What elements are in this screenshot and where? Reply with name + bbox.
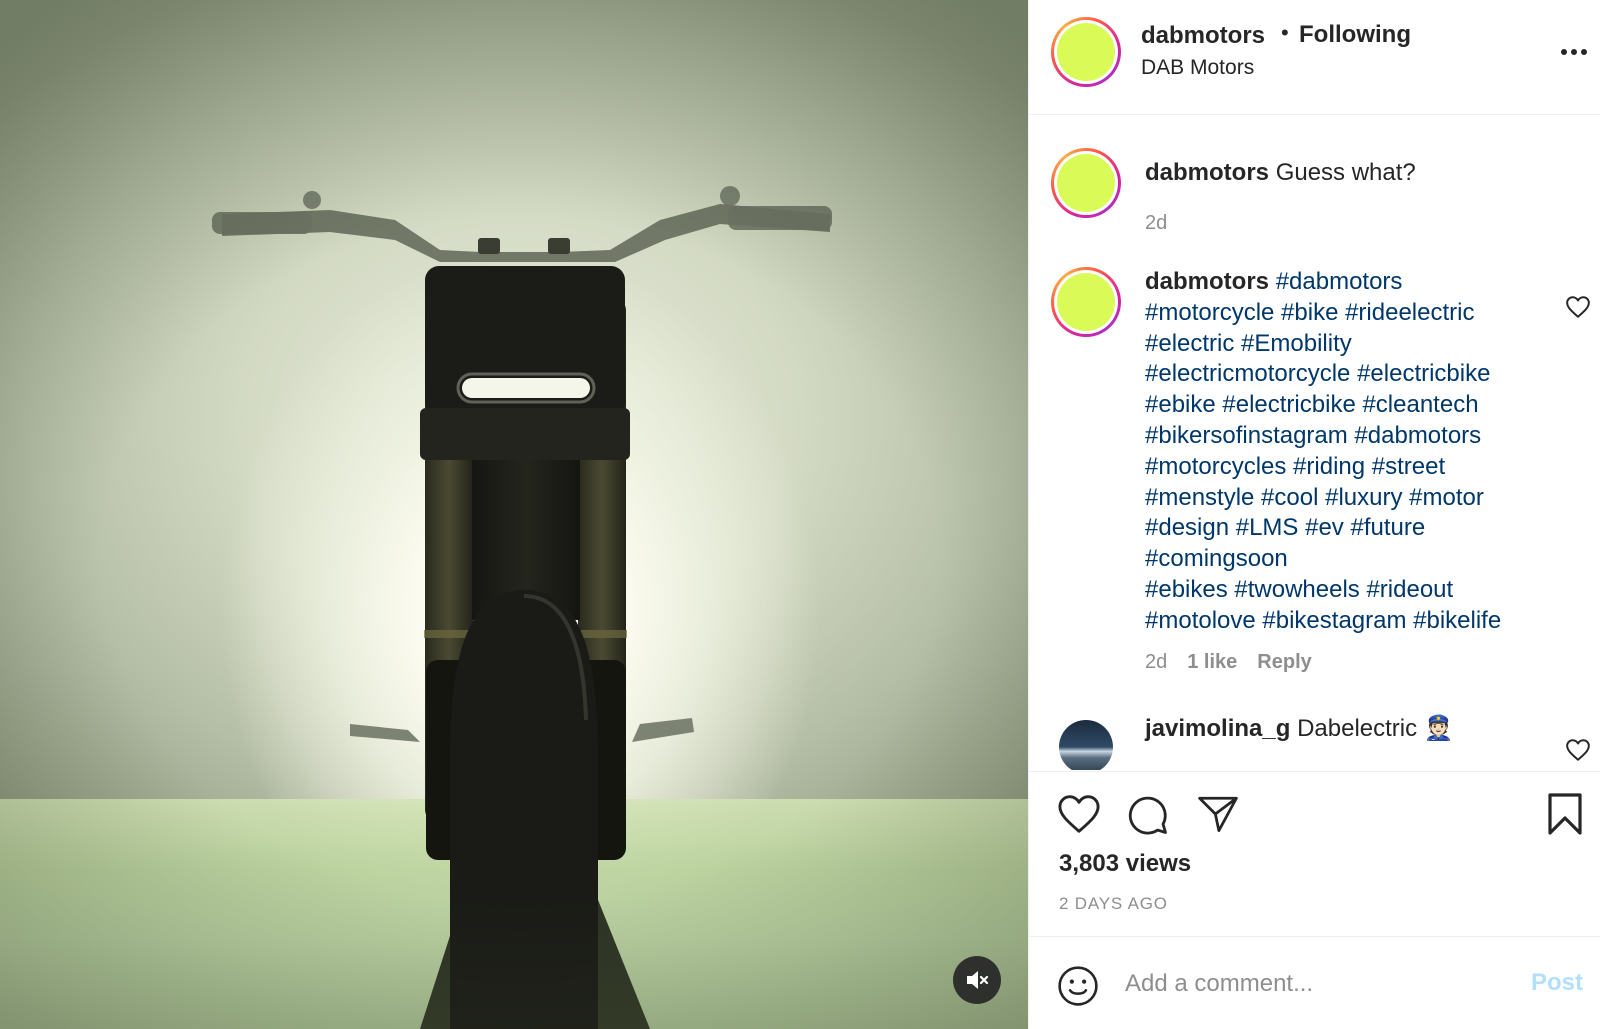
hashtag-line[interactable]: #motolove #bikestagram #bikelife [1145,606,1545,637]
caption-time[interactable]: 2d [1145,212,1167,235]
more-options-icon[interactable] [1554,38,1594,66]
hashtag-line[interactable]: #menstyle #cool #luxury #motor [1145,483,1545,514]
heart-icon[interactable] [1057,794,1101,834]
comment-time[interactable]: 2d [1145,651,1167,674]
hashtag-line[interactable]: #motorcycles #riding #street [1145,452,1545,483]
comment-like-icon[interactable] [1565,295,1591,319]
caption-avatar[interactable] [1051,148,1121,218]
hashtag-line[interactable]: #electric #Emobility [1145,329,1545,360]
post-side-panel: dabmotors • Following DAB Motors dabmoto… [1028,0,1600,1029]
caption-username[interactable]: dabmotors [1145,159,1269,186]
hashtag-line[interactable]: #design #LMS #ev #future [1145,513,1545,544]
hashtag-line[interactable]: #comingsoon [1145,544,1545,575]
post-actions: 3,803 views 2 DAYS AGO [1029,771,1600,936]
bookmark-icon[interactable] [1547,792,1583,836]
author-full-name: DAB Motors [1141,56,1255,79]
hashtag-comment-meta: 2d 1 like Reply [1145,651,1312,674]
author-avatar[interactable] [1051,17,1121,87]
comment-avatar[interactable] [1051,267,1121,337]
speaker-muted-icon [967,971,989,989]
hashtag-line[interactable]: #electricmotorcycle #electricbike [1145,359,1545,390]
caption-text: dabmotors Guess what? [1145,158,1545,189]
caption-message: Guess what? [1275,159,1416,186]
hashtag-comment-text: dabmotors #dabmotors #motorcycle #bike #… [1145,267,1545,637]
hashtag-line[interactable]: #bikersofinstagram #dabmotors [1145,421,1545,452]
post-video[interactable] [0,0,1028,1029]
header-separator: • [1281,20,1289,45]
smiley-icon[interactable] [1057,965,1099,1007]
commenter-message: Dabelectric [1297,715,1418,742]
comment-username[interactable]: dabmotors [1145,268,1269,295]
hashtag-line[interactable]: #ebike #electricbike #cleantech [1145,390,1545,421]
user-comment-text: javimolina_g Dabelectric 👮🏻 [1145,714,1565,745]
add-comment-bar: Post [1029,936,1600,1029]
comment-bubble-icon[interactable] [1127,794,1169,836]
post-comment-button[interactable]: Post [1531,969,1583,997]
video-vignette [0,0,1028,1029]
mute-button[interactable] [953,956,1001,1004]
commenter-avatar[interactable] [1059,720,1113,770]
comment-input[interactable] [1125,961,1485,1007]
post-timestamp[interactable]: 2 DAYS AGO [1059,894,1168,914]
hashtag-line[interactable]: #motorcycle #bike #rideelectric [1145,298,1545,329]
author-username[interactable]: dabmotors [1141,22,1265,50]
comment-likes[interactable]: 1 like [1187,651,1237,674]
paper-plane-icon[interactable] [1197,794,1239,834]
commenter-emoji: 👮🏻 [1423,715,1454,742]
commenter-username[interactable]: javimolina_g [1145,715,1290,742]
comments-list[interactable]: dabmotors Guess what? 2d dabmotors #dabm… [1029,116,1600,770]
caption-meta: 2d [1145,212,1167,235]
hashtag-line[interactable]: #ebikes #twowheels #rideout [1145,575,1545,606]
reply-button[interactable]: Reply [1257,651,1311,674]
following-button[interactable]: Following [1299,21,1411,49]
post-header: dabmotors • Following DAB Motors [1029,0,1600,115]
view-count[interactable]: 3,803 views [1059,850,1191,878]
comment-like-icon[interactable] [1565,738,1591,762]
hashtag-line[interactable]: #dabmotors [1276,268,1403,295]
